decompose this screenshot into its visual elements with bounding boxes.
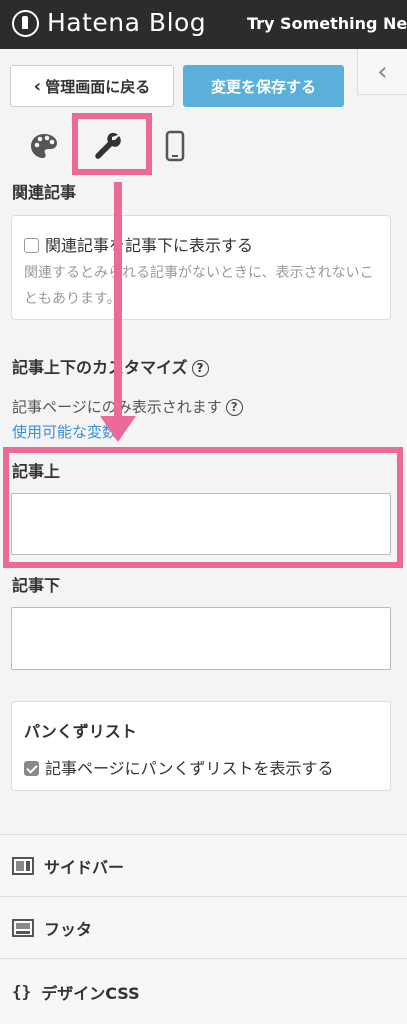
breadcrumb-checkbox[interactable] bbox=[24, 761, 39, 776]
back-to-admin-button[interactable]: ‹ 管理画面に戻る bbox=[10, 65, 174, 107]
annotation-highlight-tab bbox=[72, 113, 152, 175]
breadcrumb-checkbox-row[interactable]: 記事ページにパンくずリストを表示する bbox=[24, 755, 333, 779]
annotation-arrow-head-icon bbox=[100, 416, 136, 442]
hatena-logo-icon[interactable] bbox=[12, 10, 39, 37]
customize-title-text: 記事上下のカスタマイズ bbox=[12, 358, 188, 377]
menu-footer-label: フッタ bbox=[44, 919, 93, 939]
collapse-panel-button[interactable]: ‹ bbox=[357, 49, 407, 95]
breadcrumb-title: パンくずリスト bbox=[24, 722, 137, 741]
tab-smartphone[interactable] bbox=[145, 120, 205, 172]
smartphone-icon bbox=[165, 130, 185, 162]
menu-sidebar[interactable]: サイドバー bbox=[0, 834, 407, 896]
save-button[interactable]: 変更を保存する bbox=[183, 65, 344, 107]
chevron-left-icon: ‹ bbox=[33, 75, 42, 97]
try-something-new-link[interactable]: Try Something New bbox=[247, 14, 407, 33]
breadcrumb-checkbox-label: 記事ページにパンくずリストを表示する bbox=[45, 759, 334, 778]
customize-title: 記事上下のカスタマイズ? bbox=[12, 354, 209, 378]
menu-footer[interactable]: フッタ bbox=[0, 896, 407, 958]
sidebar-layout-icon bbox=[12, 856, 34, 875]
menu-css-label: デザインCSS bbox=[41, 983, 140, 1003]
article-only-note: 記事ページにのみ表示されます? bbox=[12, 396, 243, 417]
breadcrumb-box: パンくずリスト 記事ページにパンくずリストを表示する bbox=[11, 701, 391, 791]
menu-sidebar-label: サイドバー bbox=[44, 857, 125, 877]
logo-text[interactable]: Hatena Blog bbox=[47, 8, 206, 37]
annotation-arrow-line bbox=[114, 182, 122, 418]
palette-icon bbox=[31, 134, 57, 158]
braces-icon: {} bbox=[12, 982, 32, 1001]
related-heading: 関連記事 bbox=[12, 183, 77, 202]
footer-layout-icon bbox=[12, 918, 34, 937]
menu-design-css[interactable]: {} デザインCSS bbox=[0, 958, 407, 1024]
top-bar: Hatena Blog Try Something New bbox=[0, 0, 407, 49]
help-icon[interactable]: ? bbox=[225, 399, 243, 416]
related-articles-box: 関連記事を記事下に表示する 関連するとみられる記事がないときに、表示されないこと… bbox=[11, 215, 391, 320]
back-label: 管理画面に戻る bbox=[45, 77, 151, 96]
article-bottom-textarea[interactable] bbox=[11, 607, 391, 670]
article-bottom-label: 記事下 bbox=[12, 576, 61, 595]
annotation-highlight-article-top bbox=[3, 447, 403, 568]
related-checkbox[interactable] bbox=[24, 238, 39, 253]
related-note: 関連するとみられる記事がないときに、表示されないこともあります。 bbox=[24, 265, 374, 307]
help-icon[interactable]: ? bbox=[191, 360, 209, 377]
chevron-left-icon: ‹ bbox=[377, 56, 388, 87]
tab-design[interactable] bbox=[14, 120, 74, 172]
related-checkbox-row[interactable]: 関連記事を記事下に表示する bbox=[24, 232, 253, 256]
related-checkbox-label: 関連記事を記事下に表示する bbox=[45, 236, 254, 255]
